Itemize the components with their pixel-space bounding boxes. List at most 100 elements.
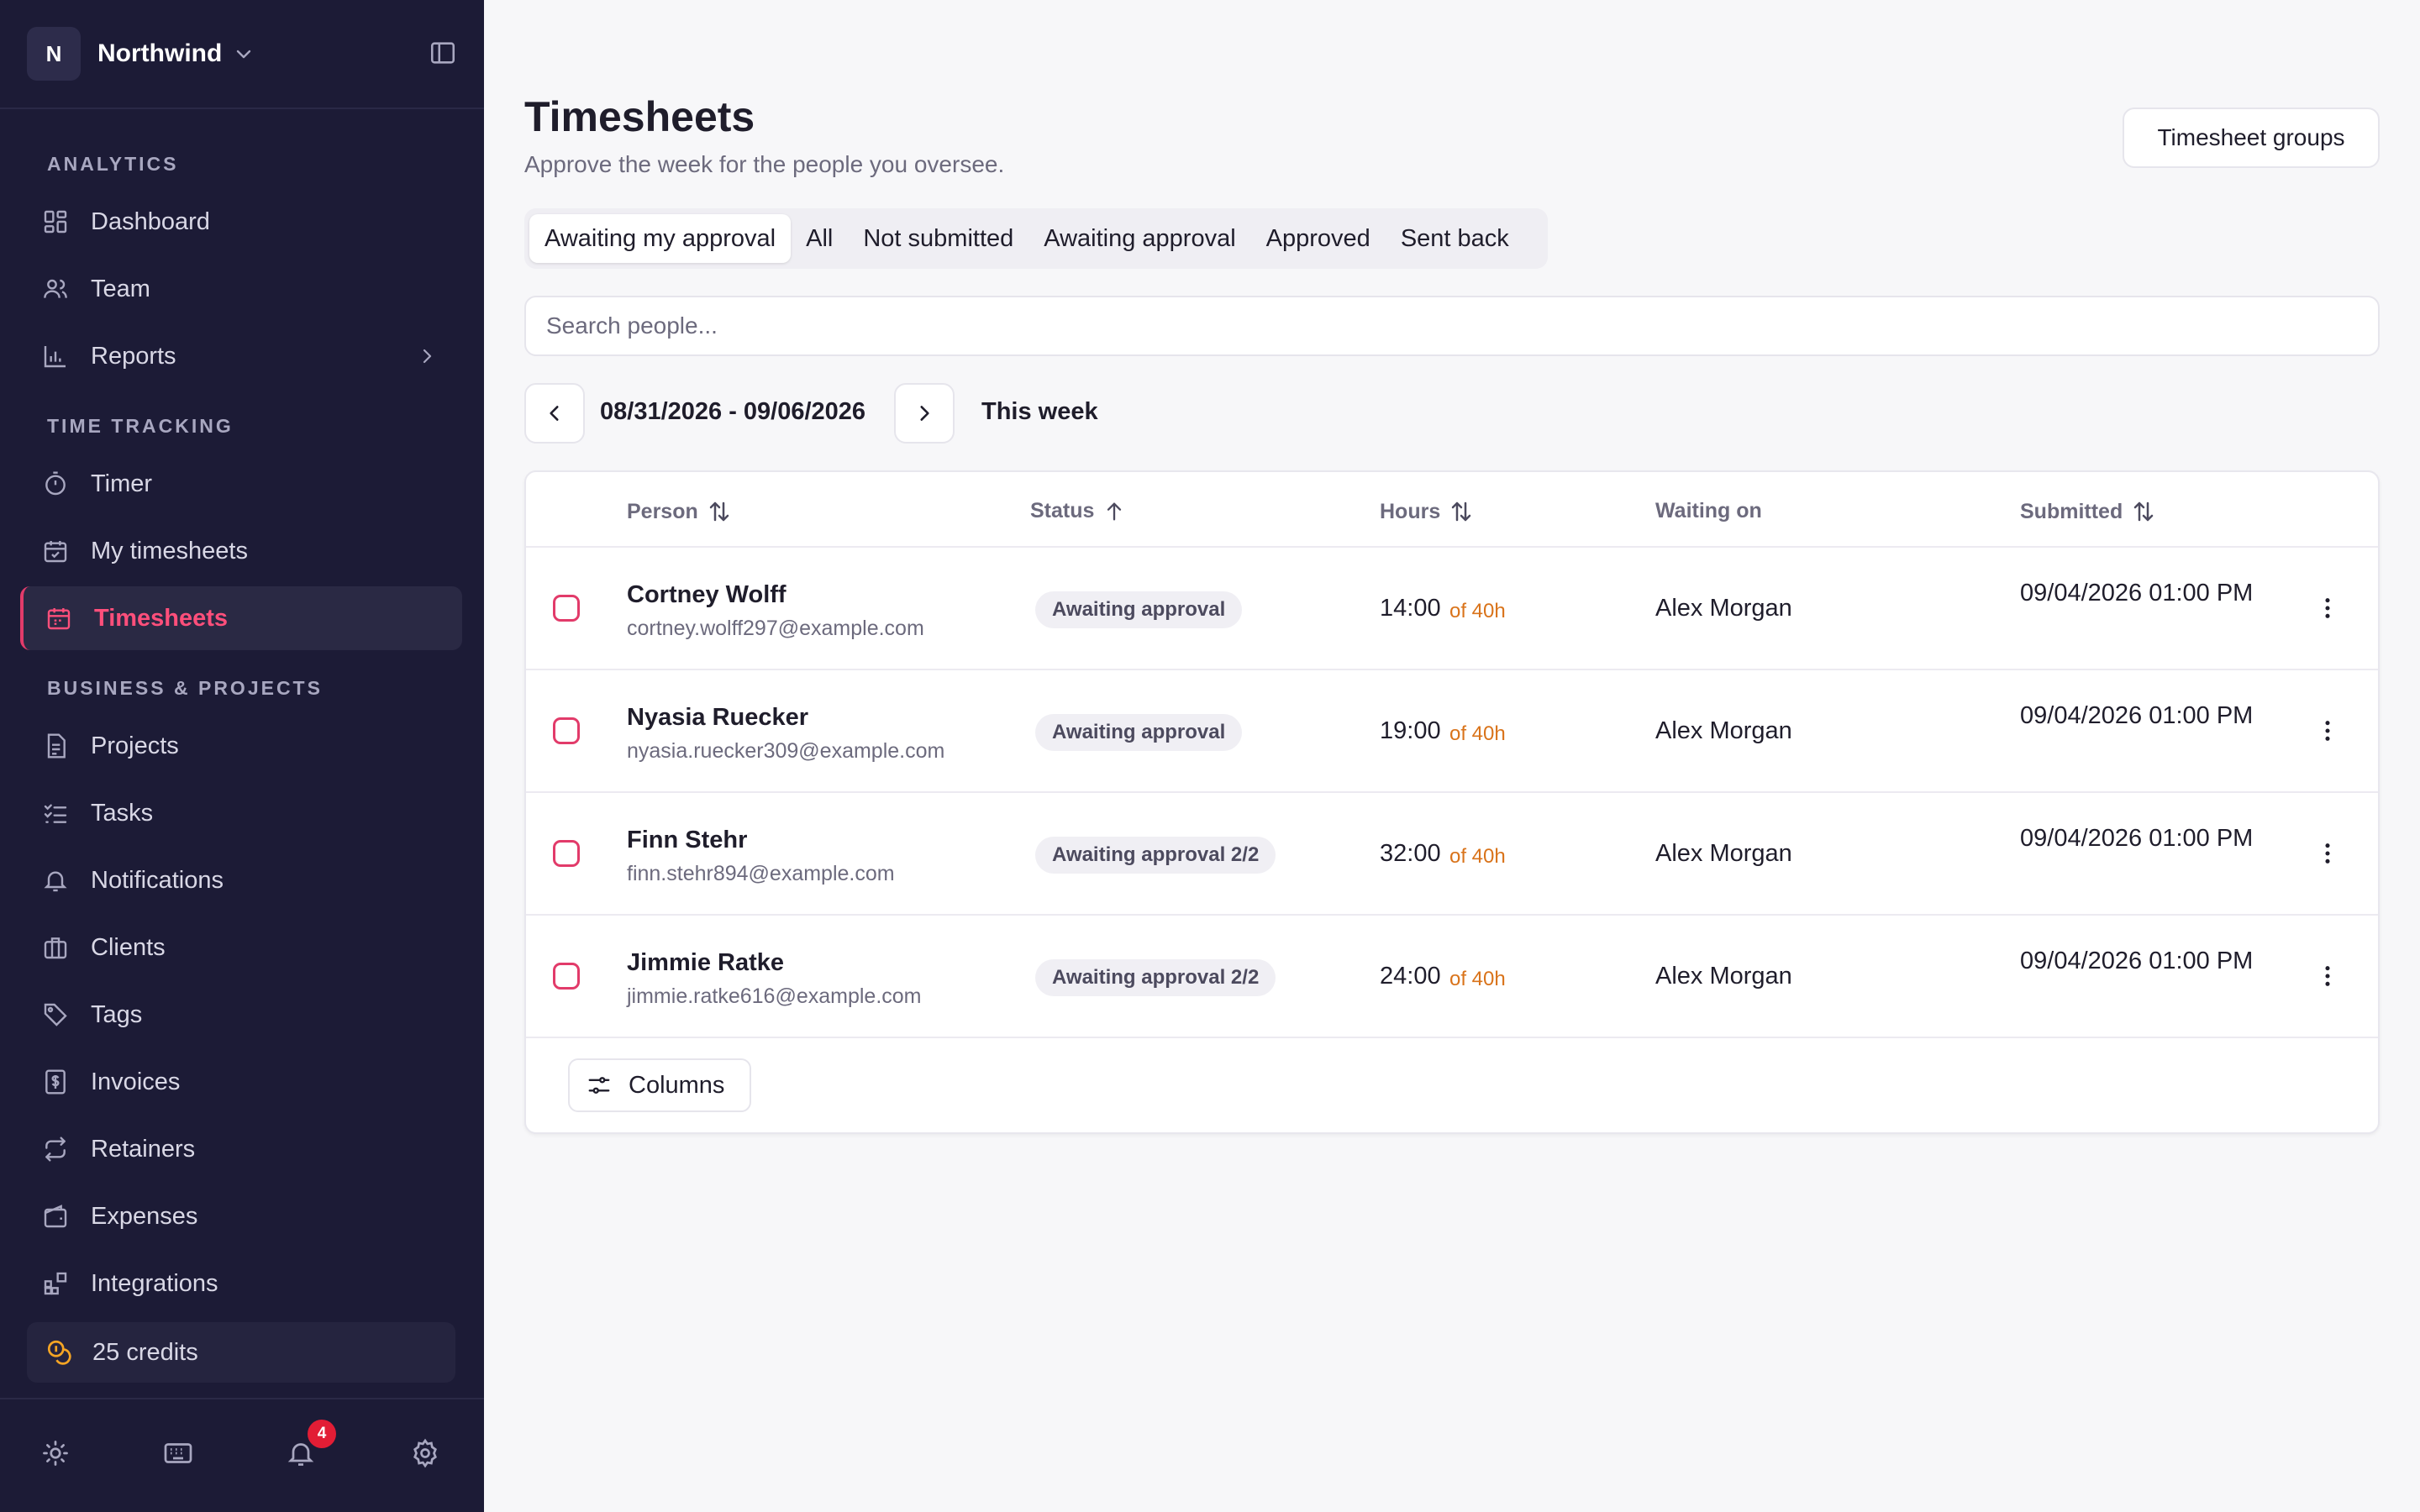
team-icon	[42, 276, 69, 302]
sidebar-item-label: Integrations	[91, 1269, 218, 1297]
chevron-left-icon	[544, 402, 566, 424]
sidebar-item-dashboard[interactable]: Dashboard	[20, 190, 462, 254]
table-row[interactable]: Jimmie Ratke jimmie.ratke616@example.com…	[526, 914, 2378, 1037]
status-badge: Awaiting approval 2/2	[1035, 837, 1276, 874]
tab-awaiting-approval[interactable]: Awaiting approval	[1028, 214, 1250, 263]
calendar-icon	[45, 605, 72, 632]
row-checkbox[interactable]	[553, 840, 580, 867]
submitted-date: 09/04/2026 01:00 PM	[2020, 702, 2254, 729]
repeat-icon	[42, 1136, 69, 1163]
sidebar-divider	[0, 108, 484, 109]
section-label-time-tracking: TIME TRACKING	[47, 415, 234, 437]
sidebar-item-label: My timesheets	[91, 537, 248, 564]
sidebar-item-projects[interactable]: Projects	[20, 714, 462, 778]
tab-sent-back[interactable]: Sent back	[1386, 214, 1524, 263]
sidebar-item-team[interactable]: Team	[20, 257, 462, 321]
sidebar-item-label: Expenses	[91, 1202, 198, 1230]
sidebar-item-reports[interactable]: Reports	[20, 324, 462, 388]
tag-icon	[42, 1001, 69, 1028]
column-header-label: Submitted	[2020, 499, 2123, 523]
tab-awaiting-my-approval[interactable]: Awaiting my approval	[529, 214, 792, 263]
person-name: Nyasia Ruecker	[627, 704, 809, 731]
tasks-icon	[42, 800, 69, 827]
wallet-icon	[42, 1203, 69, 1230]
sidebar-item-tags[interactable]: Tags	[20, 983, 462, 1047]
hours-target: of 40h	[1449, 722, 1506, 745]
tab-not-submitted[interactable]: Not submitted	[848, 214, 1028, 263]
status-badge: Awaiting approval	[1035, 714, 1243, 751]
previous-week-button[interactable]	[524, 383, 585, 444]
row-checkbox[interactable]	[553, 963, 580, 990]
sidebar-item-my-timesheets[interactable]: My timesheets	[20, 519, 462, 583]
status-badge: Awaiting approval	[1035, 591, 1243, 628]
sidebar-item-label: Retainers	[91, 1135, 196, 1163]
column-header-submitted[interactable]: Submitted	[2020, 499, 2156, 524]
waiting-on: Alex Morgan	[1655, 963, 1792, 990]
sidebar-item-label: Tasks	[91, 799, 154, 827]
table-footer-divider	[526, 1037, 2378, 1038]
section-label-business-projects: BUSINESS & PROJECTS	[47, 677, 323, 699]
more-options-icon[interactable]	[2314, 595, 2341, 622]
keyboard-icon[interactable]	[163, 1438, 197, 1472]
sidebar-item-timesheets[interactable]: Timesheets	[20, 586, 462, 650]
sidebar-item-timer[interactable]: Timer	[20, 452, 462, 516]
sidebar-toggle-icon[interactable]	[429, 39, 457, 67]
more-options-icon[interactable]	[2314, 717, 2341, 744]
table-row[interactable]: Nyasia Ruecker nyasia.ruecker309@example…	[526, 669, 2378, 791]
hours-value: 32:00	[1380, 840, 1441, 867]
hours-target: of 40h	[1449, 600, 1506, 622]
more-options-icon[interactable]	[2314, 963, 2341, 990]
columns-button[interactable]: Columns	[568, 1058, 751, 1112]
column-header-label: Waiting on	[1655, 499, 1762, 522]
credits-button[interactable]: 25 credits	[27, 1322, 455, 1383]
sidebar-item-label: Timesheets	[94, 604, 229, 632]
bell-icon	[42, 867, 69, 894]
submitted-date: 09/04/2026 01:00 PM	[2020, 580, 2254, 606]
this-week-button[interactable]: This week	[981, 398, 1098, 426]
sidebar-item-expenses[interactable]: Expenses	[20, 1184, 462, 1248]
column-header-person[interactable]: Person	[627, 499, 732, 524]
row-checkbox[interactable]	[553, 717, 580, 744]
date-range-label: 08/31/2026 - 09/06/2026	[600, 398, 866, 425]
theme-toggle-icon[interactable]	[40, 1438, 74, 1472]
table-row[interactable]: Cortney Wolff cortney.wolff297@example.c…	[526, 546, 2378, 669]
gear-icon[interactable]	[410, 1438, 444, 1472]
more-options-icon[interactable]	[2314, 840, 2341, 867]
calendar-icon	[42, 538, 69, 564]
sidebar-item-integrations[interactable]: Integrations	[20, 1252, 462, 1315]
column-header-hours[interactable]: Hours	[1380, 499, 1474, 524]
tab-all[interactable]: All	[791, 214, 848, 263]
column-header-label: Status	[1030, 499, 1095, 522]
column-header-waiting-on: Waiting on	[1655, 499, 1762, 523]
workspace-name: Northwind	[97, 39, 223, 67]
sidebar-item-invoices[interactable]: Invoices	[20, 1050, 462, 1114]
workspace-switcher[interactable]: N Northwind	[27, 27, 457, 81]
tab-approved[interactable]: Approved	[1251, 214, 1386, 263]
search-input[interactable]	[524, 296, 2380, 356]
notification-count-badge: 4	[308, 1420, 336, 1448]
column-header-status[interactable]: Status	[1030, 499, 1126, 523]
sidebar-item-tasks[interactable]: Tasks	[20, 781, 462, 845]
waiting-on: Alex Morgan	[1655, 595, 1792, 622]
sidebar-item-label: Reports	[91, 342, 176, 370]
next-week-button[interactable]	[894, 383, 955, 444]
invoice-icon	[42, 1068, 69, 1095]
hours-target: of 40h	[1449, 968, 1506, 990]
row-checkbox[interactable]	[553, 595, 580, 622]
sidebar-item-clients[interactable]: Clients	[20, 916, 462, 979]
hours-target: of 40h	[1449, 845, 1506, 868]
section-label-analytics: ANALYTICS	[47, 153, 179, 175]
sidebar-item-notifications[interactable]: Notifications	[20, 848, 462, 912]
table-row[interactable]: Finn Stehr finn.stehr894@example.com Awa…	[526, 791, 2378, 914]
reports-icon	[42, 343, 69, 370]
integrations-icon	[42, 1270, 69, 1297]
credits-label: 25 credits	[92, 1338, 198, 1366]
timesheet-groups-button[interactable]: Timesheet groups	[2123, 108, 2380, 168]
sidebar-item-retainers[interactable]: Retainers	[20, 1117, 462, 1181]
page-subtitle: Approve the week for the people you over…	[524, 151, 1005, 177]
chevron-down-icon	[234, 44, 254, 64]
sidebar-item-label: Projects	[91, 732, 179, 759]
sidebar-item-label: Dashboard	[91, 207, 210, 235]
status-badge: Awaiting approval 2/2	[1035, 959, 1276, 996]
waiting-on: Alex Morgan	[1655, 840, 1792, 867]
